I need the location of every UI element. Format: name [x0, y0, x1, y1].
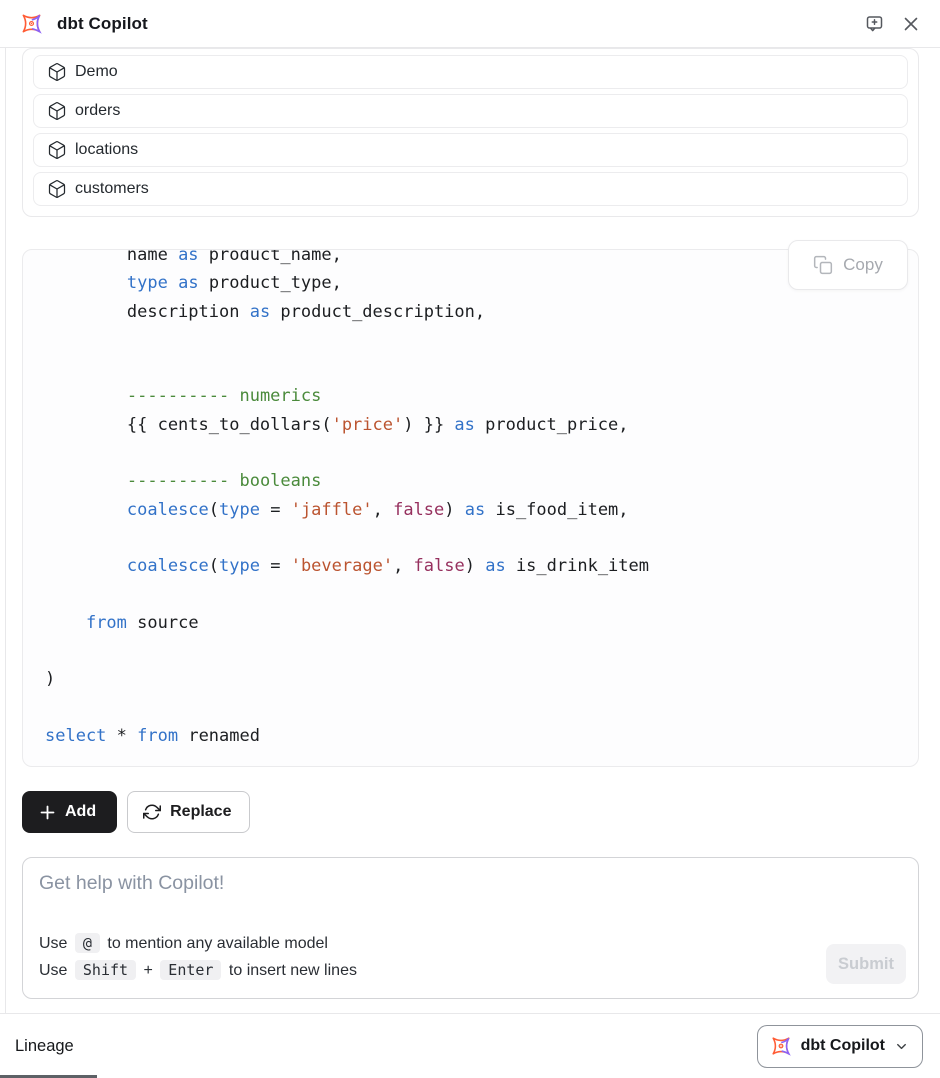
code-line: [45, 439, 918, 467]
copilot-panel-dropdown[interactable]: dbt Copilot: [757, 1025, 923, 1068]
model-cube-icon: [47, 179, 67, 199]
copy-button-label: Copy: [843, 255, 883, 275]
hint-line: Use Shift + Enter to insert new lines: [39, 957, 357, 984]
close-icon[interactable]: [900, 13, 922, 35]
model-chip[interactable]: locations: [33, 133, 908, 167]
dbt-copilot-logo-icon: [20, 12, 43, 35]
model-cube-icon: [47, 101, 67, 121]
model-chip-label: customers: [75, 180, 149, 198]
model-chip[interactable]: customers: [33, 172, 908, 206]
replace-button[interactable]: Replace: [127, 791, 250, 833]
add-button-label: Add: [65, 803, 96, 821]
prompt-hints: Use @ to mention any available modelUse …: [39, 930, 357, 984]
code-line: select * from renamed: [45, 722, 918, 750]
code-preview: name as product_name, type as product_ty…: [22, 249, 919, 767]
copilot-prompt-input[interactable]: [39, 872, 906, 906]
submit-button[interactable]: Submit: [826, 944, 906, 984]
model-chip-label: Demo: [75, 63, 118, 81]
model-chip[interactable]: orders: [33, 94, 908, 128]
code-line: [45, 354, 918, 382]
panel-body: Demo orders locations customers name as …: [5, 48, 940, 1013]
tab-lineage[interactable]: Lineage: [15, 1037, 74, 1056]
footer-bar: Lineage dbt Copilot: [0, 1013, 940, 1078]
copilot-prompt-box: Use @ to mention any available modelUse …: [22, 857, 919, 999]
copy-icon: [813, 255, 833, 275]
kbd-key: Enter: [160, 960, 221, 980]
replace-button-label: Replace: [170, 803, 231, 821]
plus-icon: [39, 804, 56, 821]
hint-line: Use @ to mention any available model: [39, 930, 357, 957]
panel-header: dbt Copilot: [0, 0, 940, 48]
code-scroll-area[interactable]: name as product_name, type as product_ty…: [23, 250, 918, 766]
add-button[interactable]: Add: [22, 791, 117, 833]
code-actions: Add Replace: [22, 791, 919, 833]
dbt-copilot-logo-icon: [770, 1035, 792, 1057]
code-line: [45, 637, 918, 665]
model-chip[interactable]: Demo: [33, 55, 908, 89]
panel-title: dbt Copilot: [57, 14, 148, 34]
model-chip-list: Demo orders locations customers: [22, 48, 919, 217]
refresh-icon: [143, 803, 161, 821]
code-line: description as product_description,: [45, 298, 918, 326]
code-line: ---------- numerics: [45, 382, 918, 410]
code-line: [45, 694, 918, 722]
copy-button[interactable]: Copy: [788, 240, 908, 290]
code-line: [45, 524, 918, 552]
code-line: coalesce(type = 'beverage', false) as is…: [45, 552, 918, 580]
model-chip-label: orders: [75, 102, 120, 120]
model-chip-label: locations: [75, 141, 138, 159]
code-line: {{ cents_to_dollars('price') }} as produ…: [45, 411, 918, 439]
copilot-dropdown-label: dbt Copilot: [801, 1037, 885, 1055]
code-line: coalesce(type = 'jaffle', false) as is_f…: [45, 496, 918, 524]
chevron-down-icon: [894, 1039, 909, 1054]
kbd-key: @: [75, 933, 100, 953]
code-line: ): [45, 665, 918, 693]
kbd-key: Shift: [75, 960, 136, 980]
code-line: from source: [45, 609, 918, 637]
popout-to-editor-button[interactable]: [863, 12, 887, 36]
model-cube-icon: [47, 140, 67, 160]
code-line: [45, 326, 918, 354]
code-line: ---------- booleans: [45, 467, 918, 495]
code-lines: name as product_name, type as product_ty…: [23, 250, 918, 750]
code-line: [45, 581, 918, 609]
model-cube-icon: [47, 62, 67, 82]
